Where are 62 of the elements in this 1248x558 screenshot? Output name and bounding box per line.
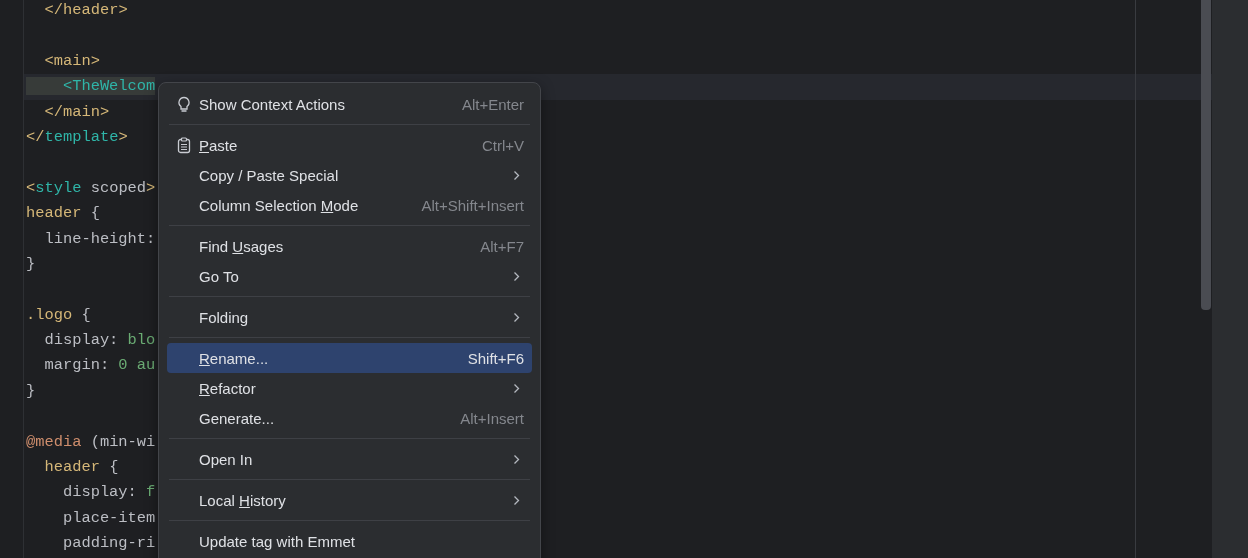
menu-item[interactable]: Go To (167, 261, 532, 291)
menu-item[interactable]: Show Context Actions Alt+Enter (167, 89, 532, 119)
code-token: margin: (43, 356, 111, 375)
scrollbar[interactable] (1201, 0, 1211, 310)
code-token: padding-ri (61, 534, 156, 553)
code-token: scoped (89, 178, 147, 197)
code-token: (min-wi (89, 432, 156, 451)
code-token: </ (43, 1, 63, 19)
chevron-icon (513, 169, 520, 181)
code-token: > (146, 178, 156, 197)
code-token: main (53, 51, 91, 70)
menu-item[interactable]: Open In (167, 444, 532, 474)
code-token: line-height: (43, 229, 156, 248)
code-token: { (89, 204, 100, 223)
chevron-icon (513, 382, 520, 394)
menu-item[interactable]: Rename... Shift+F6 (167, 343, 532, 373)
code-token: > (99, 102, 110, 121)
menu-item[interactable]: Update tag with Emmet (167, 526, 532, 556)
chevron-icon (513, 311, 520, 323)
code-token: <TheWelcom (26, 77, 156, 96)
menu-item[interactable]: Column Selection Mode Alt+Shift+Insert (167, 190, 532, 220)
code-token: { (108, 458, 119, 477)
menu-item[interactable]: Copy / Paste Special (167, 160, 532, 190)
code-token: > (90, 51, 100, 70)
shortcut-text: Alt+F7 (480, 237, 524, 255)
code-token: header (43, 458, 100, 477)
chevron-icon (513, 494, 520, 506)
code-token: display: (61, 483, 138, 502)
chevron-icon (513, 270, 520, 282)
shortcut-text: Alt+Enter (461, 95, 524, 113)
code-token: < (26, 178, 36, 197)
code-token: } (26, 381, 36, 400)
code-token: header (26, 204, 82, 223)
code-token: </ (43, 102, 63, 121)
code-token: template (44, 127, 119, 146)
code-token: blo (127, 331, 156, 350)
code-token: style (35, 178, 82, 197)
code-token: 0 au (118, 356, 156, 375)
code-token: </ (26, 127, 45, 146)
menu-item[interactable]: Paste Ctrl+V (167, 130, 532, 160)
chevron-icon (513, 453, 520, 465)
code-token: .logo (26, 305, 73, 324)
code-token: > (118, 127, 128, 146)
menu-item[interactable]: Refactor (167, 373, 532, 403)
shortcut-text: Alt+Insert (460, 409, 524, 427)
code-token: > (118, 1, 128, 19)
code-token: } (26, 254, 36, 273)
shortcut-text: Alt+Shift+Insert (421, 196, 524, 214)
shortcut-text: Shift+F6 (467, 349, 524, 367)
menu-item[interactable]: Generate... Alt+Insert (167, 403, 532, 433)
menu-item[interactable]: Folding (167, 302, 532, 332)
code-token: main (62, 102, 100, 121)
code-token: { (80, 305, 91, 324)
shortcut-text: Ctrl+V (481, 136, 524, 154)
code-token: place-item (61, 508, 156, 527)
menu-item[interactable]: Local History (167, 485, 532, 515)
code-token: @media (26, 432, 82, 451)
menu-item[interactable]: Find Usages Alt+F7 (167, 231, 532, 261)
code-token: f (146, 483, 156, 502)
code-token: header (62, 1, 119, 19)
code-token: < (43, 51, 54, 70)
code-token: display: (43, 331, 120, 350)
